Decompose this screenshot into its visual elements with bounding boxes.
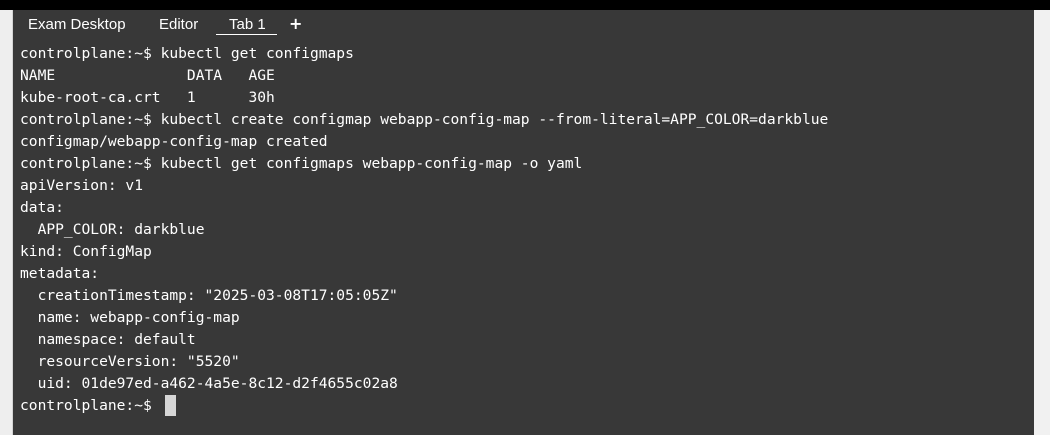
terminal-line: name: webapp-config-map	[20, 309, 240, 326]
terminal-line: metadata:	[20, 265, 100, 282]
terminal-line: controlplane:~$ kubectl get configmaps	[20, 45, 354, 62]
terminal-line: namespace: default	[20, 331, 196, 348]
terminal-line: kind: ConfigMap	[20, 243, 152, 260]
tab-bar: Exam Desktop Editor Tab 1 +	[13, 10, 1034, 40]
new-tab-plus-icon[interactable]: +	[289, 14, 303, 34]
terminal-line: uid: 01de97ed-a462-4a5e-8c12-d2f4655c02a…	[20, 375, 398, 392]
terminal-line: NAME DATA AGE	[20, 67, 275, 84]
tab-editor[interactable]: Editor	[159, 15, 198, 35]
window: Exam Desktop Editor Tab 1 + controlplane…	[0, 0, 1050, 435]
terminal-line: configmap/webapp-config-map created	[20, 133, 328, 150]
right-panel-edge	[1034, 10, 1050, 435]
terminal-cursor	[165, 395, 176, 416]
terminal-line: creationTimestamp: "2025-03-08T17:05:05Z…	[20, 287, 398, 304]
top-bar	[0, 0, 1050, 10]
left-panel-edge	[0, 10, 13, 435]
terminal-line: APP_COLOR: darkblue	[20, 221, 205, 238]
terminal-prompt-line: controlplane:~$	[20, 397, 161, 414]
terminal-output[interactable]: controlplane:~$ kubectl get configmaps N…	[20, 43, 1030, 423]
terminal-line: kube-root-ca.crt 1 30h	[20, 89, 275, 106]
tab-exam-desktop[interactable]: Exam Desktop	[28, 15, 126, 35]
terminal-line: data:	[20, 199, 64, 216]
terminal-line: apiVersion: v1	[20, 177, 144, 194]
active-tab-indicator	[216, 34, 277, 35]
terminal-line: controlplane:~$ kubectl create configmap…	[20, 111, 829, 128]
terminal-line: resourceVersion: "5520"	[20, 353, 240, 370]
tab-terminal-1[interactable]: Tab 1	[229, 15, 266, 35]
terminal-panel[interactable]: Exam Desktop Editor Tab 1 + controlplane…	[13, 10, 1034, 435]
terminal-line: controlplane:~$ kubectl get configmaps w…	[20, 155, 583, 172]
